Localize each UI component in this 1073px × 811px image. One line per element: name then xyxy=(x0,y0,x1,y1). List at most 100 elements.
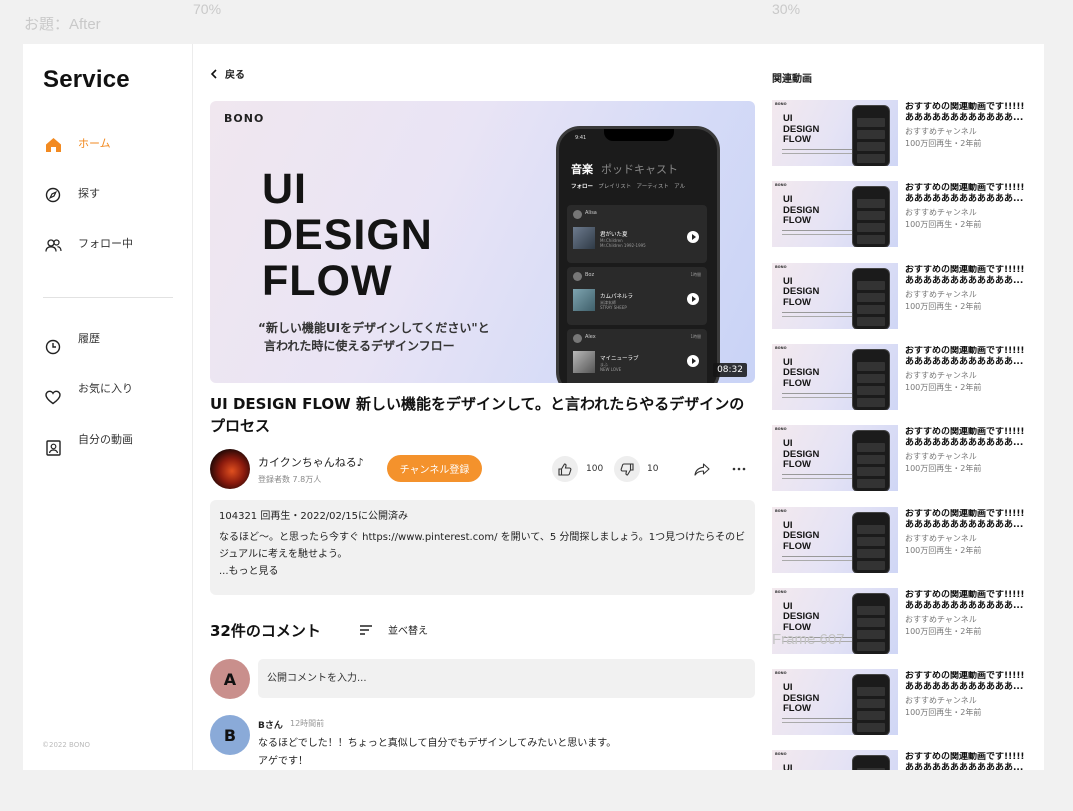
related-video-item[interactable]: BONO UIDESIGNFLOW おすすめの関連動画です!!!!!ああああああああ… xyxy=(772,100,1044,166)
related-thumbnail: BONO UIDESIGNFLOW xyxy=(772,343,898,410)
sidebar-item-explore[interactable]: 探す xyxy=(43,185,100,205)
thumb-headline: UIDESIGNFLOW xyxy=(783,113,819,146)
sidebar-item-my-videos[interactable]: 自分の動画 xyxy=(43,431,133,458)
sort-label: 並べ替え xyxy=(388,626,428,637)
card-song: マイニューラブ xyxy=(600,356,639,362)
channel-row: カイクンちゃんねる♪ 登録者数 7.8万人 チャンネル登録 100 10 xyxy=(210,449,755,489)
video-player[interactable]: BONO UI DESIGN FLOW “新しい機能UIをデザインしてください"… xyxy=(210,101,755,383)
phone-tab: ポッドキャスト xyxy=(601,163,678,176)
card-artist-line: Mr.Children 1992-1995 xyxy=(600,243,646,248)
thumb-subtitle xyxy=(782,392,852,398)
sidebar-item-label: ホーム xyxy=(78,137,111,150)
phone-mockup: 9:41 音楽 ポッドキャスト フォロー プレイリスト アーティスト アル Ali… xyxy=(556,126,720,383)
related-channel: おすすめチャンネル xyxy=(905,696,977,706)
subscribe-button[interactable]: チャンネル登録 xyxy=(387,455,482,482)
sidebar-item-following[interactable]: フォロー中 xyxy=(43,235,133,255)
thumb-brand: BONO xyxy=(775,671,787,676)
related-title-line: ああああああああああああ... xyxy=(905,438,1024,449)
clock-icon xyxy=(43,337,63,357)
sidebar-item-history[interactable]: 履歴 xyxy=(43,330,100,357)
thumb-brand: BONO xyxy=(775,183,787,188)
more-horizontal-icon xyxy=(732,467,746,471)
related-title: おすすめの関連動画です!!!!! ああああああああああああ... xyxy=(905,590,1044,612)
card-artist: 米津玄師 STRAY SHEEP xyxy=(600,300,627,310)
channel-name[interactable]: カイクンちゃんねる♪ xyxy=(258,454,364,470)
related-video-item[interactable]: BONO UIDESIGNFLOW おすすめの関連動画です!!!!!ああああああああ… xyxy=(772,262,1044,329)
related-channel: おすすめチャンネル xyxy=(905,452,977,462)
phone-song-card: Boz 1時間 カムパネルラ 米津玄師 STRAY SHEEP xyxy=(567,267,707,325)
related-stats: 100万回再生・2年前 xyxy=(905,220,982,230)
thumb-subtitle xyxy=(782,149,852,154)
video-duration: 08:32 xyxy=(713,363,747,377)
card-user: Alex xyxy=(585,334,596,340)
compass-icon xyxy=(43,185,63,205)
thumb-brand: BONO xyxy=(775,102,787,106)
share-button[interactable] xyxy=(692,459,712,479)
thumb-brand: BONO xyxy=(775,752,787,757)
card-time: 1時間 xyxy=(690,334,701,339)
thumb-brand: BONO xyxy=(775,508,787,513)
related-title-line: ああああああああああああ... xyxy=(905,600,1024,611)
related-thumbnail: BONO UIDESIGNFLOW xyxy=(772,425,898,492)
dislike-button[interactable] xyxy=(614,456,640,482)
frame-label: お題：After xyxy=(24,16,101,33)
sidebar-item-label: 探す xyxy=(78,187,100,200)
more-options-button[interactable] xyxy=(729,459,749,479)
sort-button[interactable]: 並べ替え xyxy=(360,622,428,637)
related-title: おすすめの関連動画です!!!!! ああああああああああああ... xyxy=(905,752,1044,770)
comment-author[interactable]: Bさん xyxy=(258,718,283,731)
like-button[interactable] xyxy=(552,456,578,482)
thumb-line: UI xyxy=(783,113,793,124)
related-thumbnail: BONO UIDESIGNFLOW xyxy=(772,587,898,654)
related-video-item[interactable]: BONO UIDESIGNFLOW おすすめの関連動画です!!!!!ああああああああ… xyxy=(772,750,1044,770)
related-video-item[interactable]: BONO UIDESIGNFLOW おすすめの関連動画です!!!!!ああああああああ… xyxy=(772,425,1044,492)
related-stats: 100万回再生・2年前 xyxy=(905,139,982,148)
comments-count: 32件のコメント xyxy=(210,622,321,640)
logo[interactable]: Service xyxy=(43,66,130,94)
thumb-subtitle xyxy=(782,311,852,317)
thumbs-down-icon xyxy=(620,462,634,476)
related-title-line: おすすめの関連動画です!!!!! xyxy=(905,671,1025,682)
dislike-count: 10 xyxy=(647,464,659,474)
related-title-line: ああああああああああああ... xyxy=(905,356,1024,367)
album-art xyxy=(573,289,595,311)
related-stats: 100万回再生・2年前 xyxy=(905,626,982,636)
thumb-phone xyxy=(852,755,890,770)
related-title-line: おすすめの関連動画です!!!!! xyxy=(905,264,1025,275)
card-artist-line: NEW LOVE xyxy=(600,367,622,372)
related-video-item[interactable]: BONO UIDESIGNFLOW おすすめの関連動画です!!!!!ああああああああ… xyxy=(772,181,1044,248)
related-title: おすすめの関連動画です!!!!! ああああああああああああ... xyxy=(905,509,1044,531)
related-thumbnail: BONO UIDESIGNFLOW xyxy=(772,750,898,770)
comment-text: なるほどでした！！ちょっと真似して自分でもデザインしてみたいと思います。 アゲで… xyxy=(258,735,658,770)
comment-input[interactable] xyxy=(258,659,755,698)
related-video-item[interactable]: BONO UIDESIGNFLOW おすすめの関連動画です!!!!!ああああああああ… xyxy=(772,669,1044,736)
related-title: おすすめの関連動画です!!!!! ああああああああああああ... xyxy=(905,346,1044,368)
related-stats: 100万回再生・2年前 xyxy=(905,301,982,311)
video-subtitle-line: 言われた時に使えるデザインフロー xyxy=(264,339,455,353)
card-time: 1時間 xyxy=(690,272,701,277)
thumb-brand: BONO xyxy=(775,345,787,350)
thumbs-up-icon xyxy=(558,462,572,476)
related-channel: おすすめチャンネル xyxy=(905,533,977,543)
phone-song-card: Alisa 君がいた夏 Mr.Children Mr.Children 1992-… xyxy=(567,205,707,263)
related-thumbnail: BONO UIDESIGNFLOW xyxy=(772,262,898,329)
related-video-item[interactable]: BONO UIDESIGNFLOW おすすめの関連動画です!!!!!ああああああああ… xyxy=(772,506,1044,573)
back-button[interactable]: 戻る xyxy=(210,66,245,81)
thumb-headline: UIDESIGNFLOW xyxy=(783,357,819,390)
chevron-left-icon xyxy=(210,68,217,79)
channel-avatar[interactable] xyxy=(210,449,250,489)
sidebar-item-home[interactable]: ホーム xyxy=(43,135,111,155)
phone-subtabs: フォロー プレイリスト アーティスト アル xyxy=(571,182,685,190)
related-stats: 100万回再生・2年前 xyxy=(905,545,982,555)
thumb-brand: BONO xyxy=(775,589,787,594)
related-video-item[interactable]: BONO UIDESIGNFLOW おすすめの関連動画です!!!!!ああああああああ… xyxy=(772,587,1044,654)
thumb-line: DESIGN xyxy=(783,530,820,541)
card-song: 君がいた夏 xyxy=(600,232,628,238)
related-video-item[interactable]: BONO UIDESIGNFLOW おすすめの関連動画です!!!!!ああああああああ… xyxy=(772,343,1044,410)
show-more-link[interactable]: ...もっと見る xyxy=(219,563,746,580)
related-title: おすすめの関連動画です!!!!! ああああああああああああ... xyxy=(905,427,1044,449)
sidebar-item-favorites[interactable]: お気に入り xyxy=(43,380,133,407)
thumb-line: FLOW xyxy=(783,459,811,471)
video-description[interactable]: 104321 回再生・2022/02/15に公開済み なるほど〜。と思ったら今す… xyxy=(210,500,755,595)
share-icon xyxy=(694,462,710,476)
